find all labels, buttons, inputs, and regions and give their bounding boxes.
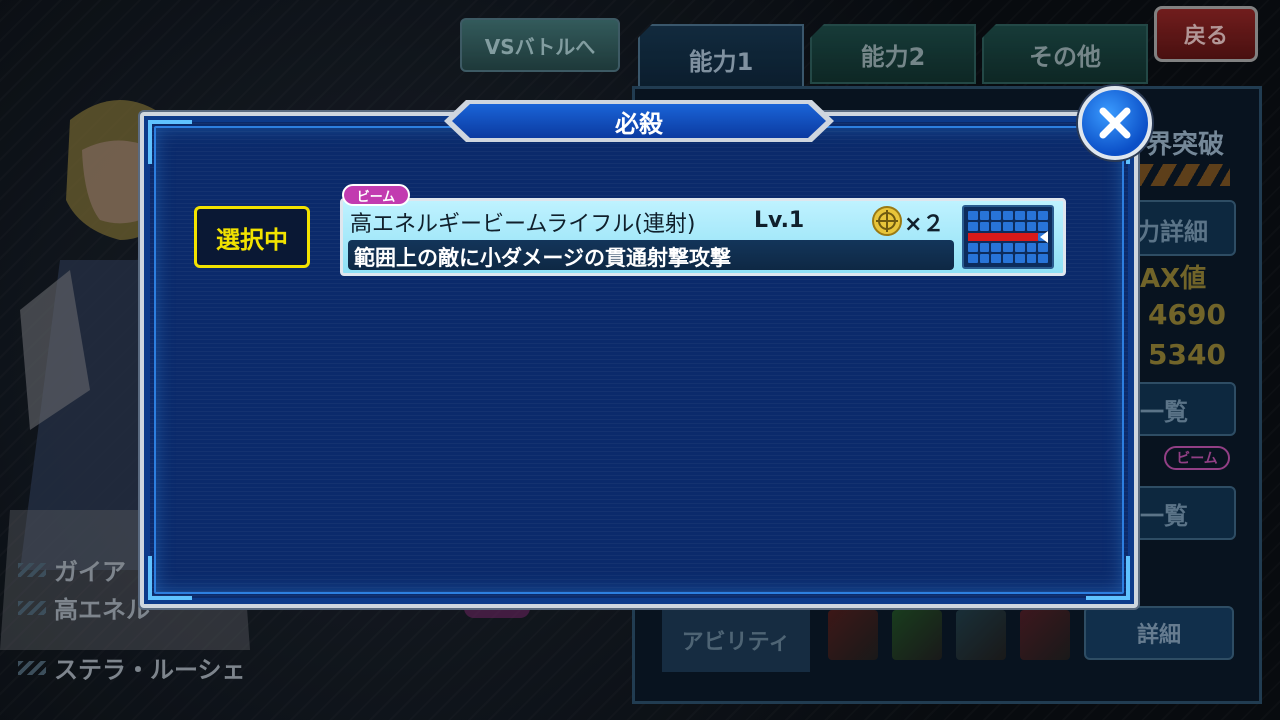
attack-range-hit-row bbox=[968, 233, 1038, 241]
target-medal-icon bbox=[872, 206, 902, 236]
skill-description: 範囲上の敵に小ダメージの貫通射撃攻撃 bbox=[354, 246, 731, 270]
selected-badge: 選択中 bbox=[194, 206, 310, 268]
player-position-marker bbox=[1040, 231, 1048, 243]
frame-corner bbox=[148, 556, 192, 600]
frame-corner bbox=[1086, 556, 1130, 600]
dialog-inner-frame bbox=[154, 126, 1124, 594]
special-move-dialog bbox=[140, 112, 1138, 608]
close-icon bbox=[1099, 107, 1131, 139]
close-button[interactable] bbox=[1078, 86, 1152, 160]
skill-type-tag: ビーム bbox=[342, 184, 410, 206]
skill-level: Lv.1 bbox=[754, 208, 805, 233]
dialog-title: 必殺 bbox=[452, 104, 826, 138]
frame-corner bbox=[148, 120, 192, 164]
skill-name: 高エネルギービームライフル(連射) bbox=[350, 212, 696, 237]
skill-cost: ×２ bbox=[904, 212, 945, 237]
